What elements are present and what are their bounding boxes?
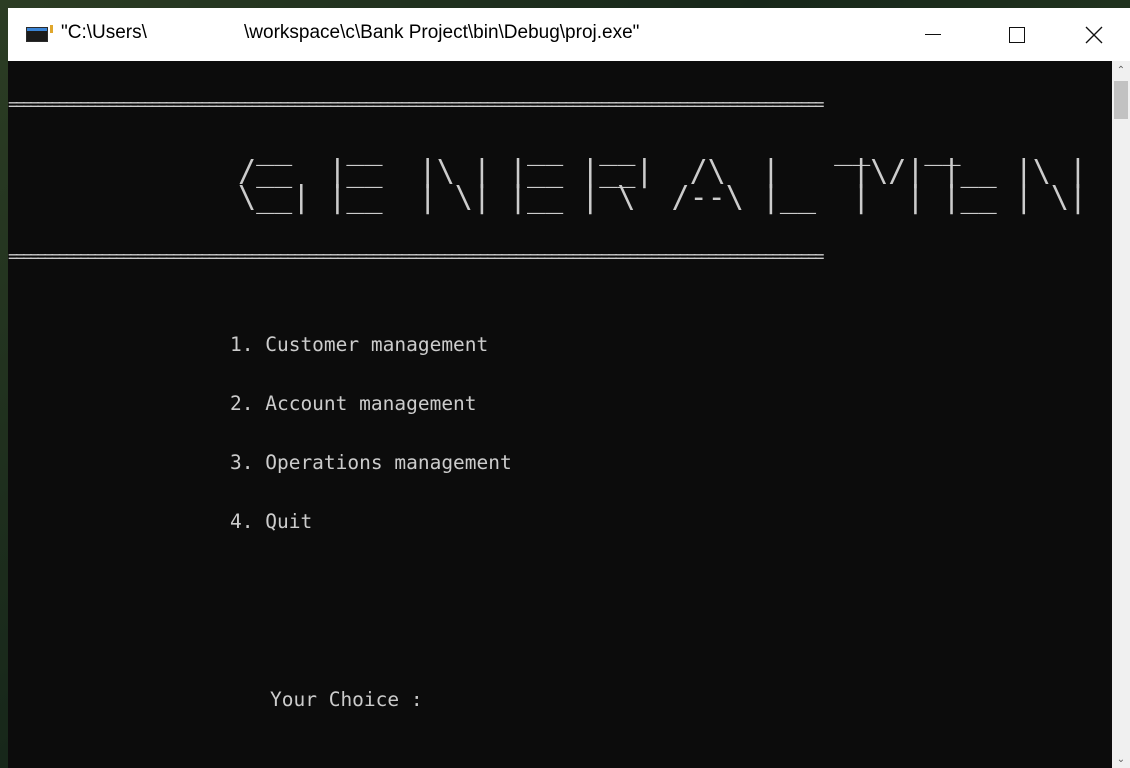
minimize-button[interactable]	[890, 8, 976, 61]
vertical-scrollbar[interactable]: ⌃ ⌄	[1112, 61, 1130, 768]
maximize-button[interactable]	[974, 8, 1060, 61]
menu-item-account-management: 2. Account management	[230, 392, 477, 415]
menu-item-quit: 4. Quit	[230, 510, 313, 533]
console-app-icon	[26, 25, 53, 42]
close-icon	[1085, 26, 1103, 43]
console-window: "C:\Users\ \workspace\c\Bank Project\bin…	[8, 8, 1130, 768]
minimize-icon	[925, 34, 941, 35]
close-button[interactable]	[1058, 8, 1130, 61]
title-bar[interactable]: "C:\Users\ \workspace\c\Bank Project\bin…	[8, 8, 1130, 61]
window-title-path-start: "C:\Users\	[61, 22, 147, 43]
choice-prompt[interactable]: Your Choice :	[270, 688, 423, 712]
separator-top: ========================================…	[8, 95, 824, 115]
window-title-path-end: \workspace\c\Bank Project\bin\Debug\proj…	[244, 22, 640, 43]
maximize-icon	[1009, 26, 1025, 43]
console-output: ========================================…	[8, 61, 1130, 768]
separator-bottom: ========================================…	[8, 247, 824, 267]
banner-line-3: \__| |__ | \| |__ | \ /--\ |__ | | |__ |…	[220, 180, 1130, 215]
menu-item-customer-management: 1. Customer management	[230, 333, 489, 356]
menu-item-operations-management: 3. Operations management	[230, 451, 512, 474]
scroll-up-arrow-icon[interactable]: ⌃	[1112, 61, 1130, 79]
scroll-thumb[interactable]	[1114, 81, 1128, 119]
scroll-down-arrow-icon[interactable]: ⌄	[1112, 750, 1130, 768]
